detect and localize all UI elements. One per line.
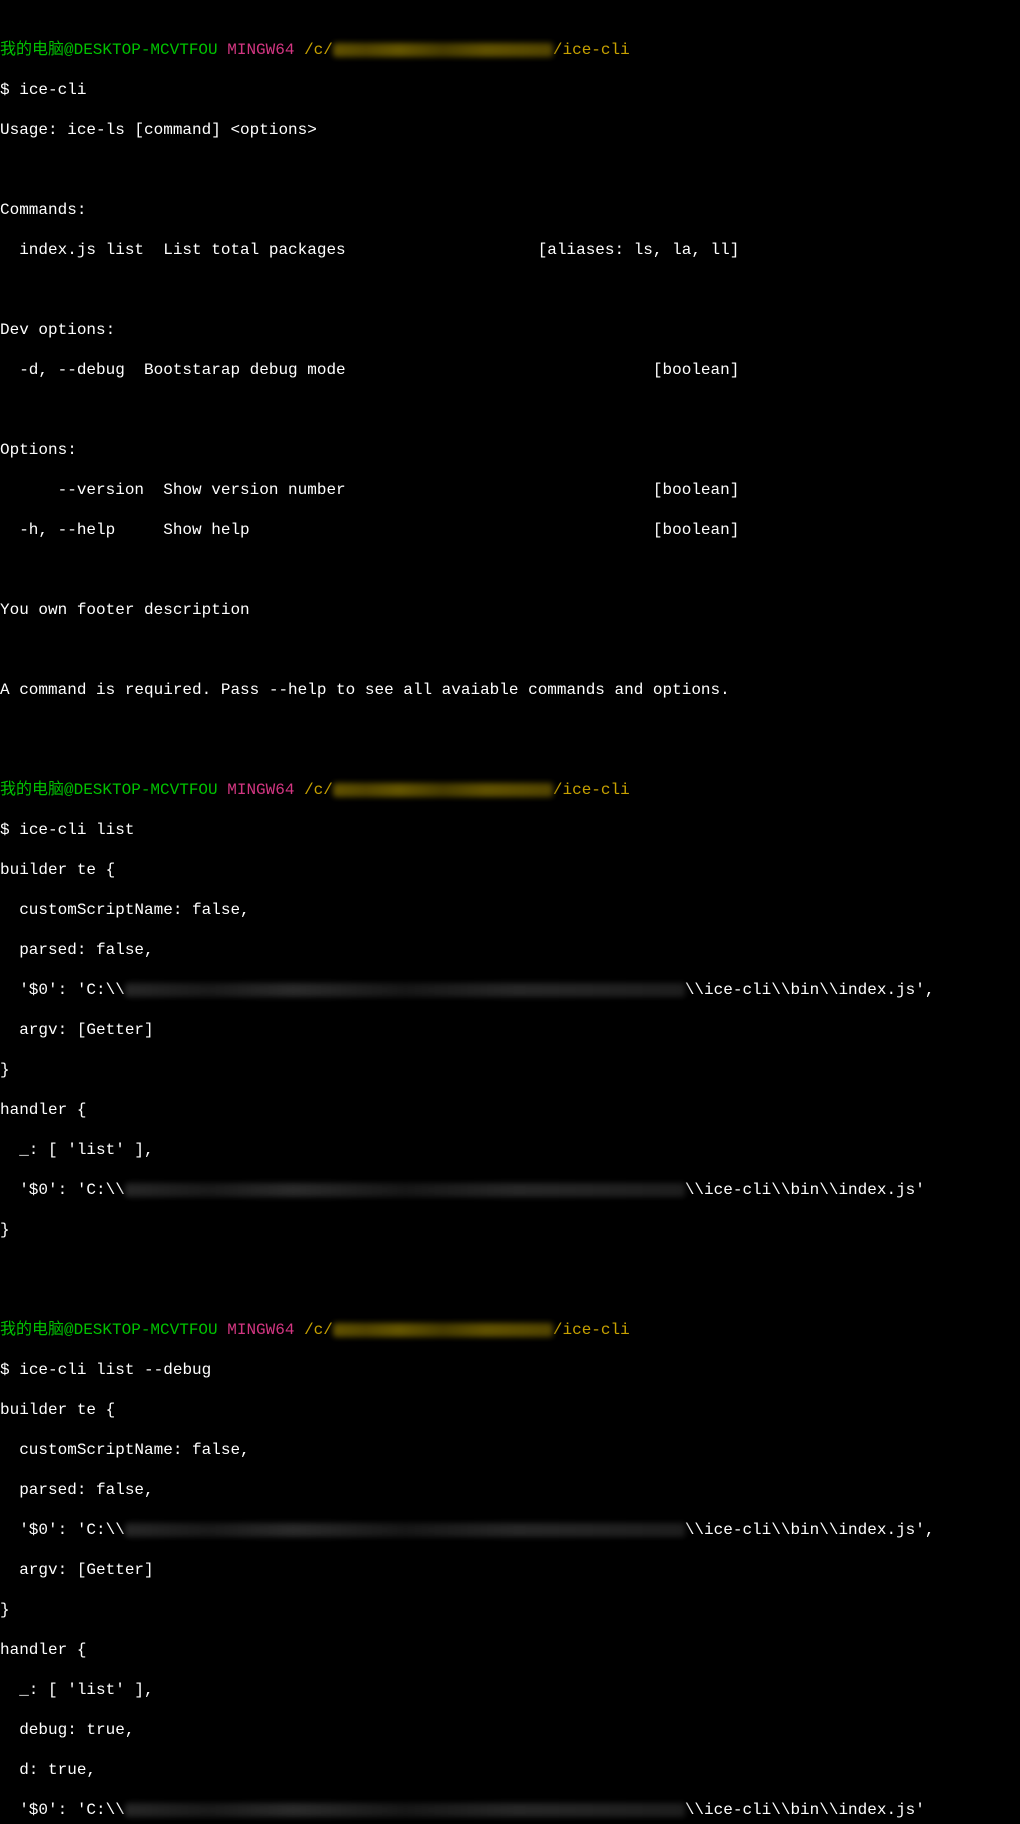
options-header: Options: (0, 440, 1020, 460)
typed-command: ice-cli list --debug (19, 1361, 211, 1379)
path-prefix: /c/ (304, 41, 333, 59)
commands-header: Commands: (0, 200, 1020, 220)
dev-option-entry: -d, --debug Bootstarap debug mode [boole… (0, 360, 1020, 380)
pad (346, 481, 653, 499)
typed-command: ice-cli (19, 81, 86, 99)
pad (346, 241, 538, 259)
output-line: argv: [Getter] (0, 1560, 1020, 1580)
output-line: } (0, 1600, 1020, 1620)
redacted-path (125, 1523, 685, 1537)
path-prefix-out: '$0': 'C:\\ (0, 1521, 125, 1539)
error-text: A command is required. Pass --help to se… (0, 680, 1020, 700)
path-prefix-out: '$0': 'C:\\ (0, 1181, 125, 1199)
option-rhs: [boolean] (653, 481, 739, 499)
redacted-path (125, 983, 685, 997)
blank-line (0, 560, 1020, 580)
redacted-path (333, 1323, 553, 1337)
option-entry: --version Show version number [boolean] (0, 480, 1020, 500)
path-prefix: /c/ (304, 781, 333, 799)
redacted-path (125, 1183, 685, 1197)
output-line: '$0': 'C:\\ \\ice-cli\\bin\\index.js', (0, 980, 1020, 1000)
blank-line (0, 280, 1020, 300)
output-line: } (0, 1060, 1020, 1080)
shell-name: MINGW64 (227, 41, 294, 59)
path-suffix: /ice-cli (553, 41, 630, 59)
output-line: parsed: false, (0, 1480, 1020, 1500)
command-entry: index.js list List total packages [alias… (0, 240, 1020, 260)
path-suffix-out: \\ice-cli\\bin\\index.js', (685, 981, 935, 999)
output-line: d: true, (0, 1760, 1020, 1780)
option-lhs: -h, --help Show help (0, 521, 250, 539)
blank-line (0, 720, 1020, 740)
path-suffix: /ice-cli (553, 781, 630, 799)
footer-text: You own footer description (0, 600, 1020, 620)
path-prefix: /c/ (304, 1321, 333, 1339)
output-line: argv: [Getter] (0, 1020, 1020, 1040)
path-suffix-out: \\ice-cli\\bin\\index.js' (685, 1801, 925, 1819)
command-line: $ ice-cli list (0, 820, 1020, 840)
path-suffix: /ice-cli (553, 1321, 630, 1339)
output-line: builder te { (0, 1400, 1020, 1420)
path-prefix-out: '$0': 'C:\\ (0, 1801, 125, 1819)
output-line: } (0, 1220, 1020, 1240)
output-line: customScriptName: false, (0, 1440, 1020, 1460)
dev-option-lhs: -d, --debug Bootstarap debug mode (0, 361, 346, 379)
command-entry-rhs: [aliases: ls, la, ll] (538, 241, 740, 259)
prompt-line: 我的电脑@DESKTOP-MCVTFOU MINGW64 /c/ /ice-cli (0, 1320, 1020, 1340)
shell-name: MINGW64 (227, 781, 294, 799)
output-line: _: [ 'list' ], (0, 1680, 1020, 1700)
output-line: _: [ 'list' ], (0, 1140, 1020, 1160)
command-line: $ ice-cli list --debug (0, 1360, 1020, 1380)
user-host: 我的电脑@DESKTOP-MCVTFOU (0, 41, 218, 59)
blank-line (0, 640, 1020, 660)
output-line: '$0': 'C:\\ \\ice-cli\\bin\\index.js' (0, 1800, 1020, 1820)
redacted-path (125, 1803, 685, 1817)
pad (346, 361, 653, 379)
path-suffix-out: \\ice-cli\\bin\\index.js', (685, 1521, 935, 1539)
prompt-line: 我的电脑@DESKTOP-MCVTFOU MINGW64 /c/ /ice-cli (0, 40, 1020, 60)
output-line: '$0': 'C:\\ \\ice-cli\\bin\\index.js', (0, 1520, 1020, 1540)
prompt-sigil: $ (0, 1361, 10, 1379)
typed-command: ice-cli list (19, 821, 134, 839)
pad (250, 521, 653, 539)
command-entry-lhs: index.js list List total packages (0, 241, 346, 259)
option-rhs: [boolean] (653, 521, 739, 539)
redacted-path (333, 43, 553, 57)
option-lhs: --version Show version number (0, 481, 346, 499)
terminal[interactable]: 我的电脑@DESKTOP-MCVTFOU MINGW64 /c/ /ice-cli… (0, 0, 1020, 1824)
usage-line: Usage: ice-ls [command] <options> (0, 120, 1020, 140)
user-host: 我的电脑@DESKTOP-MCVTFOU (0, 781, 218, 799)
output-line: '$0': 'C:\\ \\ice-cli\\bin\\index.js' (0, 1180, 1020, 1200)
prompt-line: 我的电脑@DESKTOP-MCVTFOU MINGW64 /c/ /ice-cli (0, 780, 1020, 800)
blank-line (0, 160, 1020, 180)
output-line: parsed: false, (0, 940, 1020, 960)
output-line: customScriptName: false, (0, 900, 1020, 920)
user-host: 我的电脑@DESKTOP-MCVTFOU (0, 1321, 218, 1339)
blank-line (0, 1260, 1020, 1280)
blank-line (0, 400, 1020, 420)
dev-options-header: Dev options: (0, 320, 1020, 340)
path-suffix-out: \\ice-cli\\bin\\index.js' (685, 1181, 925, 1199)
command-line: $ ice-cli (0, 80, 1020, 100)
dev-option-rhs: [boolean] (653, 361, 739, 379)
output-line: handler { (0, 1100, 1020, 1120)
output-line: handler { (0, 1640, 1020, 1660)
shell-name: MINGW64 (227, 1321, 294, 1339)
prompt-sigil: $ (0, 821, 10, 839)
path-prefix-out: '$0': 'C:\\ (0, 981, 125, 999)
output-line: debug: true, (0, 1720, 1020, 1740)
prompt-sigil: $ (0, 81, 10, 99)
option-entry: -h, --help Show help [boolean] (0, 520, 1020, 540)
redacted-path (333, 783, 553, 797)
output-line: builder te { (0, 860, 1020, 880)
